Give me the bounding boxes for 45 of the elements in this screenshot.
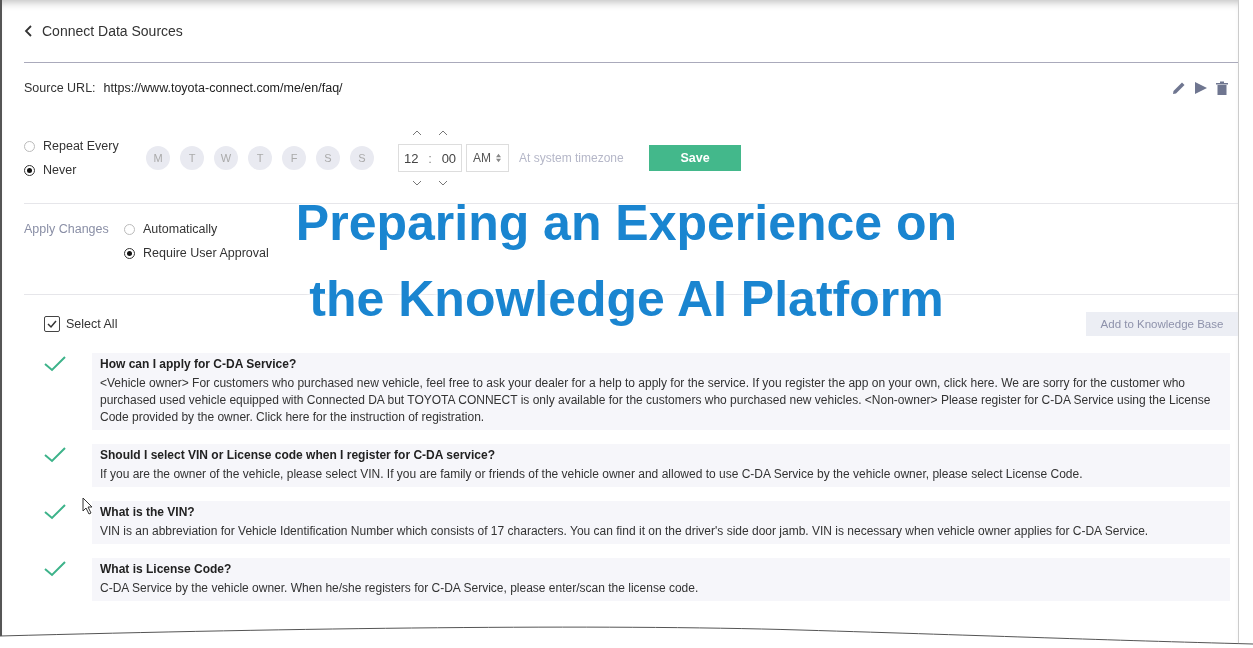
day-toggle[interactable]: T	[180, 146, 204, 170]
timezone-note: At system timezone	[519, 151, 625, 165]
delete-icon[interactable]	[1216, 81, 1228, 95]
back-icon[interactable]	[24, 25, 32, 37]
chevron-down-icon[interactable]	[412, 180, 422, 186]
page-title: Connect Data Sources	[42, 23, 183, 39]
faq-answer: VIN is an abbreviation for Vehicle Identification Number which consists of 17 characters. You can find it on the driver's side door jamb. VIN is necessary when vehicle owner applies for C-DA Service.	[100, 523, 1150, 540]
faq-answer: C-DA Service by the vehicle owner. When he/she registers for C-DA Service, please enter/scan the license code.	[100, 580, 700, 597]
select-all-label: Select All	[66, 317, 118, 331]
day-toggle[interactable]: F	[282, 146, 306, 170]
radio-label: Automatically	[143, 222, 218, 236]
save-button[interactable]: Save	[649, 145, 741, 171]
play-icon[interactable]	[1194, 81, 1208, 95]
faq-question: What is License Code?	[100, 562, 233, 576]
faq-question: How can I apply for C-DA Service?	[100, 357, 298, 371]
overlay-title: the Knowledge AI Platform	[309, 270, 944, 329]
faq-answer: If you are the owner of the vehicle, please select VIN. If you are family or friends of the vehicle owner and allowed to use C-DA Service by the vehicle owner, please select License Code.	[100, 466, 1084, 483]
check-icon[interactable]	[44, 447, 66, 463]
meridiem-select[interactable]: AM	[466, 144, 509, 172]
check-icon[interactable]	[44, 356, 66, 372]
day-toggle[interactable]: M	[146, 146, 170, 170]
faq-answer: <Vehicle owner> For customers who purchased new vehicle, feel free to ask your dealer for a help to apply for the service. If you register the app on your own, click here. We are sorry for the customer who purchased used vehicle equipped with Connected DA but TOYOTA CONNECT is only available for the customers who purchased new vehicles. <Non-owner> Please register for C-DA Service using the License Code provided by the owner. Click here for the instruction of registration.	[100, 375, 1212, 426]
radio-label: Never	[43, 163, 77, 177]
apply-changes-label: Apply Changes	[24, 222, 108, 238]
day-toggle[interactable]: W	[214, 146, 238, 170]
day-toggle[interactable]: T	[248, 146, 272, 170]
day-toggle[interactable]: S	[350, 146, 374, 170]
time-field[interactable]: 12 : 00	[398, 144, 462, 172]
edit-icon[interactable]	[1172, 81, 1186, 95]
source-url: https://www.toyota-connect.com/me/en/faq/	[103, 81, 343, 95]
checkbox[interactable]	[44, 316, 60, 332]
radio-label: Require User Approval	[143, 246, 269, 260]
faq-question: Should I select VIN or License code when I register for C-DA service?	[100, 448, 496, 462]
radio-label: Repeat Every	[43, 139, 119, 153]
sort-icon[interactable]	[495, 153, 502, 163]
faq-question: What is the VIN?	[100, 505, 196, 519]
chevron-up-icon[interactable]	[412, 130, 422, 136]
check-icon[interactable]	[44, 561, 66, 577]
day-toggle[interactable]: S	[316, 146, 340, 170]
chevron-up-icon[interactable]	[438, 130, 448, 136]
overlay-title: Preparing an Experience on	[295, 194, 958, 253]
chevron-down-icon[interactable]	[438, 180, 448, 186]
checkmark-icon	[46, 318, 58, 330]
source-url-label: Source URL:	[24, 81, 96, 95]
check-icon[interactable]	[44, 504, 66, 520]
